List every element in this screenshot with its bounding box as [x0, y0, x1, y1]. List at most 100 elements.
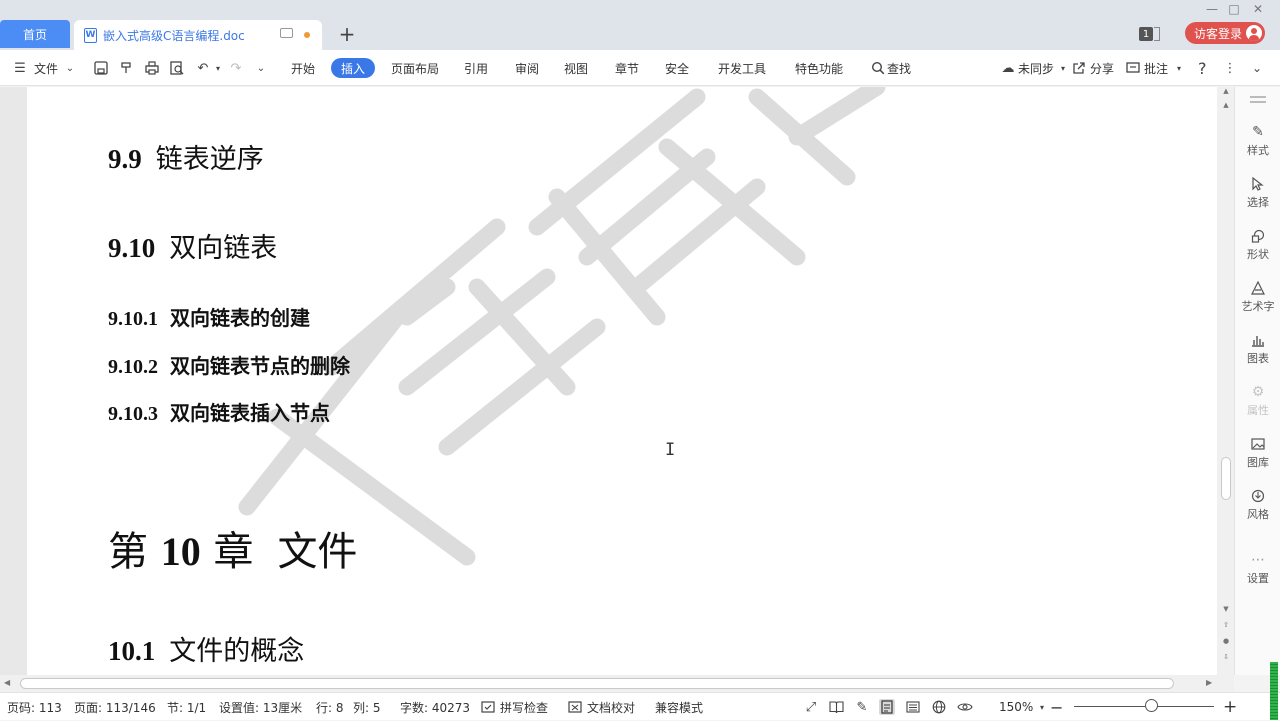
scroll-up-arrow-icon[interactable]: ▲ [1221, 101, 1231, 109]
tab-chapter[interactable]: 章节 [615, 50, 639, 86]
pane-grip-icon[interactable] [1250, 96, 1266, 98]
screen-icon[interactable] [280, 28, 293, 38]
comment-dropdown-icon[interactable]: ▾ [1171, 60, 1187, 76]
chapter-10-heading[interactable]: 第 10 章文件 [108, 519, 357, 577]
search-button[interactable]: 查找 [887, 50, 911, 86]
search-icon[interactable] [870, 60, 886, 76]
scroll-down-arrow-icon[interactable]: ▼ [1221, 605, 1231, 613]
tab-developer[interactable]: 开发工具 [718, 50, 766, 86]
zoom-slider-track[interactable] [1074, 706, 1214, 707]
heading-9-10-2[interactable]: 9.10.2 双向链表节点的删除 [108, 350, 350, 379]
status-section[interactable]: 节: 1/1 [167, 693, 206, 721]
hamburger-menu-icon[interactable]: ☰ [12, 60, 28, 76]
pane-theme[interactable]: 风格 [1235, 487, 1280, 527]
help-button[interactable]: ? [1198, 50, 1207, 86]
spell-check-icon[interactable] [480, 699, 496, 715]
web-view-icon[interactable] [931, 699, 947, 715]
zoom-out-button[interactable]: − [1050, 693, 1063, 721]
share-icon[interactable] [1071, 60, 1087, 76]
window-count-badge[interactable]: 1 [1139, 27, 1153, 41]
file-menu[interactable]: 文件 [34, 50, 58, 86]
comment-button[interactable]: 批注 [1144, 50, 1168, 86]
pane-shapes[interactable]: 形状 [1235, 227, 1280, 267]
reading-mode-icon[interactable] [828, 699, 844, 715]
pane-wordart[interactable]: 艺术字 [1235, 279, 1280, 319]
sync-dropdown-icon[interactable]: ▾ [1055, 60, 1071, 76]
print-preview-icon[interactable] [169, 60, 185, 76]
status-page[interactable]: 页面: 113/146 [74, 693, 156, 721]
scroll-right-icon[interactable]: ▶ [1206, 678, 1212, 687]
comment-icon[interactable] [1125, 60, 1141, 76]
format-painter-icon[interactable] [118, 60, 134, 76]
pane-styles[interactable]: ✎ 样式 [1235, 123, 1280, 163]
outline-view-icon[interactable] [905, 699, 921, 715]
heading-9-10-1[interactable]: 9.10.1 双向链表的创建 [108, 302, 310, 331]
status-word-count[interactable]: 字数: 40273 [400, 693, 470, 721]
eye-protection-icon[interactable] [957, 699, 973, 715]
page-view-icon[interactable] [879, 699, 895, 715]
guest-login-button[interactable]: 访客登录 [1185, 22, 1265, 44]
collapse-ribbon-icon[interactable]: ⌄ [1249, 60, 1265, 76]
close-icon[interactable]: ✕ [1250, 2, 1266, 16]
tab-references[interactable]: 引用 [464, 50, 488, 86]
scroll-left-icon[interactable]: ◀ [4, 678, 10, 687]
zoom-slider-knob[interactable] [1145, 699, 1158, 712]
horizontal-scroll-thumb[interactable] [20, 678, 1174, 689]
zoom-level[interactable]: 150% [999, 693, 1033, 721]
next-page-icon[interactable]: ⇩ [1221, 653, 1231, 661]
select-browse-icon[interactable]: ● [1221, 637, 1231, 645]
maximize-icon[interactable]: □ [1226, 2, 1242, 16]
pane-gallery[interactable]: 图库 [1235, 435, 1280, 475]
horizontal-scrollbar[interactable]: ◀ ▶ [0, 675, 1234, 692]
tab-page-layout[interactable]: 页面布局 [391, 50, 439, 86]
pane-properties[interactable]: ⚙ 属性 [1235, 383, 1280, 423]
status-row[interactable]: 行: 8 [316, 693, 344, 721]
heading-9-9[interactable]: 9.9 链表逆序 [108, 137, 264, 176]
document-canvas[interactable]: 9.9 链表逆序 9.10 双向链表 9.10.1 双向链表的创建 9.10.2 双向链… [0, 87, 1217, 675]
pane-select[interactable]: 选择 [1235, 175, 1280, 215]
share-button[interactable]: 分享 [1090, 50, 1114, 86]
tab-start[interactable]: 开始 [291, 50, 315, 86]
heading-9-10[interactable]: 9.10 双向链表 [108, 226, 277, 265]
more-vertical-icon[interactable]: ⋮ [1222, 60, 1238, 76]
add-tab-button[interactable]: + [336, 22, 358, 46]
quick-access-dropdown-icon[interactable]: ⌄ [253, 60, 269, 76]
tab-home[interactable]: 首页 [0, 20, 70, 48]
tab-insert[interactable]: 插入 [331, 58, 375, 78]
unsaved-dot-icon[interactable] [304, 32, 310, 38]
spell-check-button[interactable]: 拼写检查 [500, 693, 548, 721]
heading-10-1[interactable]: 10.1 文件的概念 [108, 629, 304, 668]
tab-features[interactable]: 特色功能 [795, 50, 843, 86]
redo-icon[interactable]: ↷ [228, 60, 244, 76]
heading-9-10-3[interactable]: 9.10.3 双向链表插入节点 [108, 397, 330, 426]
fullscreen-icon[interactable]: ⤢ [803, 699, 819, 715]
pane-settings[interactable]: ⋯ 设置 [1235, 551, 1280, 591]
zoom-in-button[interactable]: + [1223, 693, 1237, 721]
cloud-sync-icon[interactable]: ☁ [1000, 60, 1016, 76]
document-page[interactable]: 9.9 链表逆序 9.10 双向链表 9.10.1 双向链表的创建 9.10.2 双向链… [27, 87, 1217, 675]
undo-dropdown-icon[interactable]: ▾ [210, 60, 226, 76]
prev-page-icon[interactable]: ⇧ [1221, 621, 1231, 629]
vertical-scroll-thumb[interactable] [1221, 457, 1231, 500]
write-mode-icon[interactable]: ✎ [854, 699, 870, 715]
pane-grip-icon[interactable] [1250, 101, 1266, 103]
tab-document[interactable]: W 嵌入式高级C语言编程.doc [74, 20, 322, 50]
sync-status[interactable]: 未同步 [1018, 50, 1054, 86]
tab-security[interactable]: 安全 [665, 50, 689, 86]
vertical-scrollbar[interactable]: ▲ ▲ ▼ ⇧ ● ⇩ [1217, 87, 1234, 675]
zoom-dropdown-icon[interactable]: ▾ [1034, 699, 1050, 715]
tab-view[interactable]: 视图 [564, 50, 588, 86]
undo-icon[interactable]: ↶ [195, 60, 211, 76]
minimize-icon[interactable]: — [1204, 2, 1220, 16]
status-column[interactable]: 列: 5 [353, 693, 381, 721]
status-page-code[interactable]: 页码: 113 [7, 693, 62, 721]
status-setting-value[interactable]: 设置值: 13厘米 [219, 693, 302, 721]
pane-chart[interactable]: 图表 [1235, 331, 1280, 371]
tab-review[interactable]: 审阅 [515, 50, 539, 86]
print-icon[interactable] [144, 60, 160, 76]
chevron-down-icon[interactable]: ⌄ [62, 60, 78, 76]
doc-proof-button[interactable]: 文档校对 [587, 693, 635, 721]
scroll-up-icon[interactable]: ▲ [1221, 87, 1231, 95]
save-icon[interactable] [93, 60, 109, 76]
doc-proof-icon[interactable] [567, 699, 583, 715]
